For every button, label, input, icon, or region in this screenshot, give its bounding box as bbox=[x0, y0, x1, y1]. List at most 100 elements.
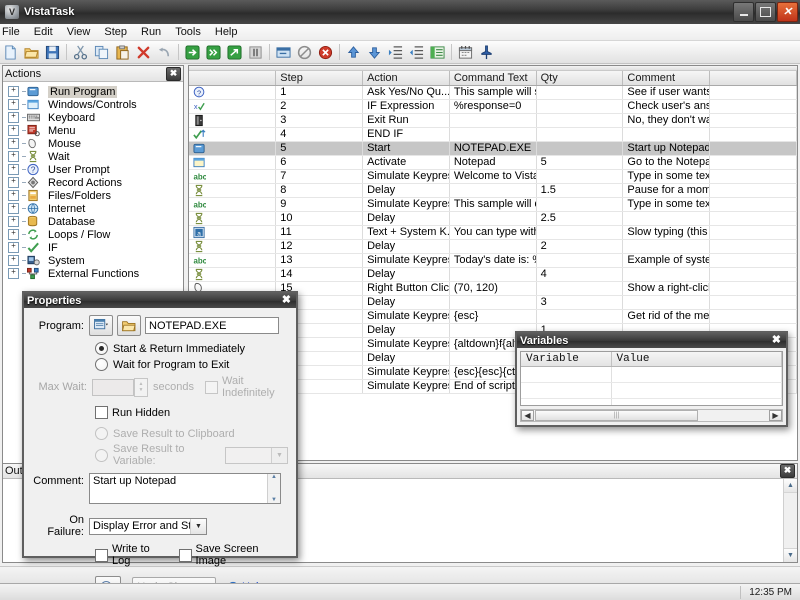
cell-action[interactable]: END IF bbox=[362, 127, 450, 142]
cell-qty[interactable]: 3 bbox=[536, 295, 624, 310]
scroll-up-icon[interactable]: ▲ bbox=[784, 479, 797, 493]
table-row[interactable]: 12 Delay 2 bbox=[189, 239, 797, 254]
scroll-left-icon[interactable]: ◀ bbox=[521, 410, 534, 421]
sidebar-item-windows-controls[interactable]: + Windows/Controls bbox=[5, 98, 183, 111]
cell-qty[interactable] bbox=[536, 99, 624, 114]
cell-comment[interactable] bbox=[622, 211, 711, 226]
sidebar-item-keyboard[interactable]: + Keyboard bbox=[5, 111, 183, 124]
properties-button[interactable] bbox=[427, 42, 448, 62]
cell-step[interactable]: 3 bbox=[275, 113, 364, 128]
disable-button[interactable] bbox=[294, 42, 315, 62]
run-hidden-row[interactable]: Run Hidden bbox=[95, 406, 288, 419]
expand-toggle-icon[interactable]: + bbox=[8, 86, 19, 97]
insert-action-button[interactable] bbox=[95, 576, 121, 583]
pause-button[interactable] bbox=[245, 42, 266, 62]
menu-edit[interactable]: Edit bbox=[27, 25, 60, 39]
cell-step[interactable]: 5 bbox=[275, 141, 364, 156]
stop-button[interactable] bbox=[315, 42, 336, 62]
start-return-option[interactable]: Start & Return Immediately bbox=[95, 342, 288, 355]
cell-command-text[interactable]: Today's date is: %dddd, %mmmm %dd, %yyyy… bbox=[449, 253, 537, 268]
cell-comment[interactable]: Type in some text bbox=[622, 197, 711, 212]
table-row[interactable]: abc 13Simulate KeypressToday's date is: %… bbox=[189, 253, 797, 268]
cell-action[interactable]: Exit Run bbox=[362, 113, 450, 128]
col-command-text[interactable]: Command Text bbox=[449, 71, 537, 86]
table-row[interactable]: abc 7Simulate KeypressWelcome to VistaTas… bbox=[189, 169, 797, 184]
variables-horizontal-scrollbar[interactable]: ◀ ||| ▶ bbox=[520, 409, 783, 422]
new-button[interactable] bbox=[0, 42, 21, 62]
sidebar-item-user-prompt[interactable]: +? User Prompt bbox=[5, 163, 183, 176]
sidebar-item-if[interactable]: + IF bbox=[5, 241, 183, 254]
cell-qty[interactable] bbox=[536, 169, 624, 184]
minimize-button[interactable] bbox=[733, 2, 754, 22]
schedule-button[interactable] bbox=[455, 42, 476, 62]
cell-command-text[interactable] bbox=[449, 267, 537, 282]
sidebar-item-system[interactable]: + System bbox=[5, 254, 183, 267]
cell-action[interactable]: Delay bbox=[362, 183, 450, 198]
cell-action[interactable]: Activate bbox=[362, 155, 450, 170]
cell-action[interactable]: Start bbox=[362, 141, 450, 156]
cell-step[interactable]: 6 bbox=[275, 155, 364, 170]
cell-step[interactable]: 10 bbox=[275, 211, 364, 226]
cell-action[interactable]: Simulate Keypress bbox=[362, 253, 450, 268]
cell-step[interactable]: 7 bbox=[275, 169, 364, 184]
copy-button[interactable] bbox=[91, 42, 112, 62]
cell-comment[interactable]: Go to the Notepad window bbox=[622, 155, 711, 170]
cell-action[interactable]: IF Expression bbox=[362, 99, 450, 114]
table-row[interactable]: 4 END IF bbox=[189, 127, 797, 142]
cell-qty[interactable]: 2 bbox=[536, 239, 624, 254]
cell-qty[interactable] bbox=[536, 85, 624, 100]
output-panel-close-icon[interactable]: ✖ bbox=[780, 464, 795, 478]
expand-toggle-icon[interactable]: + bbox=[8, 99, 19, 110]
cell-command-text[interactable]: You can type with {delay=250}d{delay=250… bbox=[449, 225, 537, 240]
col-qty[interactable]: Qty bbox=[536, 71, 624, 86]
sidebar-item-run-program[interactable]: + Run Program bbox=[5, 85, 183, 98]
menu-step[interactable]: Step bbox=[97, 25, 134, 39]
cell-action[interactable]: Simulate Keypress bbox=[362, 337, 450, 352]
expand-toggle-icon[interactable]: + bbox=[8, 177, 19, 188]
expand-toggle-icon[interactable]: + bbox=[8, 164, 19, 175]
cell-comment[interactable]: Check user's answer (0 = 'No') bbox=[622, 99, 711, 114]
sidebar-item-external-functions[interactable]: + External Functions bbox=[5, 267, 183, 280]
cell-comment[interactable]: See if user wants to run this script bbox=[622, 85, 711, 100]
cell-qty[interactable] bbox=[536, 281, 624, 296]
save-screen-image-checkbox[interactable] bbox=[178, 548, 192, 562]
col-comment[interactable]: Comment bbox=[622, 71, 711, 86]
table-row[interactable]: 8Delay 1.5Pause for a moment bbox=[189, 183, 797, 198]
table-row[interactable]: ? 1Ask Yes/No Qu...This sample will start… bbox=[189, 85, 797, 100]
cell-qty[interactable] bbox=[536, 197, 624, 212]
step-button[interactable] bbox=[224, 42, 245, 62]
sidebar-item-mouse[interactable]: + Mouse bbox=[5, 137, 183, 150]
cell-command-text[interactable]: NOTEPAD.EXE bbox=[449, 141, 537, 156]
cell-command-text[interactable] bbox=[449, 127, 537, 142]
expand-toggle-icon[interactable]: + bbox=[8, 151, 19, 162]
cell-qty[interactable]: 1.5 bbox=[536, 183, 624, 198]
scroll-down-icon[interactable]: ▼ bbox=[784, 548, 797, 562]
cell-action[interactable]: Right Button Click bbox=[362, 281, 450, 296]
scrollbar-thumb[interactable]: ||| bbox=[535, 410, 698, 421]
cell-action[interactable]: Ask Yes/No Qu... bbox=[362, 85, 450, 100]
expand-toggle-icon[interactable]: + bbox=[8, 268, 19, 279]
cell-action[interactable]: Simulate Keypress bbox=[362, 379, 450, 394]
table-row[interactable]: 14 Delay 4 bbox=[189, 267, 797, 282]
table-row[interactable] bbox=[521, 382, 782, 399]
cell-qty[interactable] bbox=[536, 127, 624, 142]
cell-comment[interactable]: Type in some text bbox=[622, 169, 711, 184]
sidebar-item-menu[interactable]: + Menu bbox=[5, 124, 183, 137]
cell-command-text[interactable] bbox=[449, 211, 537, 226]
pin-button[interactable] bbox=[476, 42, 497, 62]
cell-comment[interactable]: No, they don't want to run it, so leave … bbox=[622, 113, 711, 128]
cell-action[interactable]: Delay bbox=[362, 211, 450, 226]
menu-view[interactable]: View bbox=[60, 25, 98, 39]
table-row[interactable]: 3Exit Run No, they don't want to run it, … bbox=[189, 113, 797, 128]
col-action[interactable]: Action bbox=[362, 71, 450, 86]
cell-command-text[interactable]: {esc} bbox=[449, 309, 537, 324]
write-to-log-checkbox[interactable] bbox=[95, 548, 108, 562]
sidebar-item-files-folders[interactable]: + Files/Folders bbox=[5, 189, 183, 202]
cell-comment[interactable]: Example of system variables bbox=[622, 253, 711, 268]
max-wait-spinner[interactable]: ▲ ▼ bbox=[134, 377, 148, 397]
delete-button[interactable] bbox=[133, 42, 154, 62]
close-button[interactable]: ✕ bbox=[777, 2, 798, 22]
cell-command-text[interactable]: Notepad bbox=[449, 155, 537, 170]
sidebar-item-wait[interactable]: + Wait bbox=[5, 150, 183, 163]
table-row[interactable] bbox=[521, 366, 782, 383]
